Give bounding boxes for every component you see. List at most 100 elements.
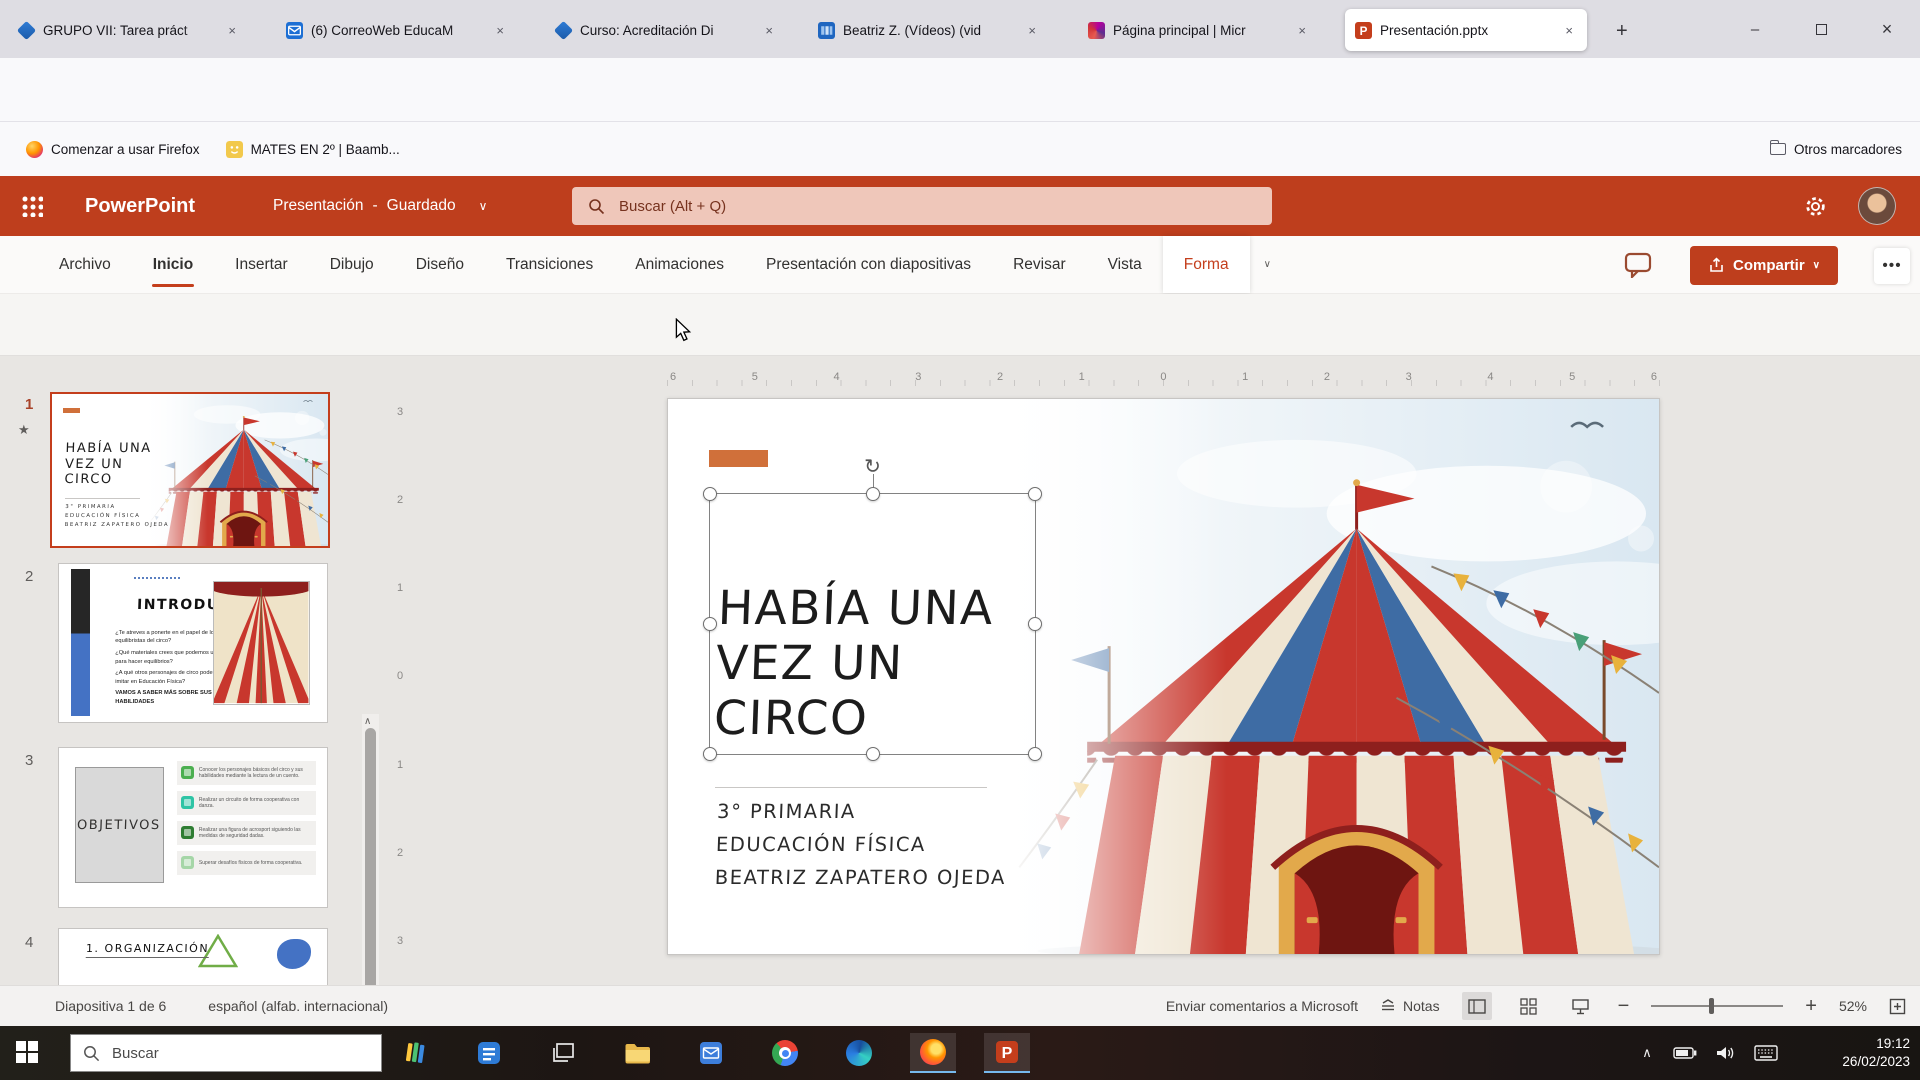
resize-handle-se[interactable]	[1028, 747, 1042, 761]
orange-rectangle-shape[interactable]	[709, 450, 768, 467]
ribbon-tab-forma-contextual[interactable]: Forma	[1163, 236, 1250, 293]
ribbon-tab-vista[interactable]: Vista	[1087, 236, 1163, 293]
tab-close-icon[interactable]: ×	[1561, 21, 1577, 40]
normal-view-icon	[1468, 999, 1486, 1014]
user-avatar[interactable]	[1858, 187, 1896, 225]
screen: GRUPO VII: Tarea práct × (6) CorreoWeb E…	[0, 0, 1920, 1080]
tab-close-icon[interactable]: ×	[1024, 21, 1040, 40]
ribbon-tab-inicio[interactable]: Inicio	[132, 236, 214, 293]
edge-icon	[846, 1040, 872, 1066]
browser-tab-1[interactable]: GRUPO VII: Tarea práct ×	[8, 9, 250, 51]
ribbon-more-button[interactable]: •••	[1874, 248, 1910, 284]
new-tab-button[interactable]: +	[1612, 18, 1632, 45]
start-button[interactable]	[16, 1041, 40, 1065]
resize-handle-sw[interactable]	[703, 747, 717, 761]
scroll-up-icon[interactable]: ∧	[364, 716, 371, 727]
thumb1-title: HABÍA UNAVEZ UNCIRCO	[64, 441, 152, 488]
zoom-slider[interactable]	[1651, 1005, 1783, 1007]
ribbon-tab-archivo[interactable]: Archivo	[38, 236, 132, 293]
thumb3-title-box: OBJETIVOS	[75, 767, 163, 883]
touch-keyboard-icon[interactable]	[1748, 1026, 1784, 1080]
scrollbar-thumb[interactable]	[365, 728, 376, 985]
bookmark-firefox[interactable]: Comenzar a usar Firefox	[26, 141, 200, 158]
resize-handle-w[interactable]	[703, 617, 717, 631]
animation-star-icon[interactable]: ★	[18, 422, 30, 438]
taskbar-search-box[interactable]: Buscar	[70, 1034, 382, 1072]
document-title[interactable]: Presentación - Guardado ∨	[273, 197, 487, 215]
ribbon-tab-presentacion[interactable]: Presentación con diapositivas	[745, 236, 992, 293]
taskbar-app-pencils[interactable]	[392, 1033, 438, 1073]
thumbnails-scrollbar[interactable]: ∧ ∨	[362, 714, 379, 985]
powerpoint-icon: P	[994, 1039, 1020, 1065]
taskbar-clock[interactable]: 19:12 26/02/2023	[1842, 1035, 1910, 1071]
taskbar-app-blue[interactable]	[466, 1033, 512, 1073]
slide-subtitle-text[interactable]: 3° PRIMARIAEDUCACIÓN FÍSICABEATRIZ ZAPAT…	[714, 795, 1009, 894]
zoom-percentage[interactable]: 52%	[1839, 998, 1867, 1014]
bookmark-mates[interactable]: MATES EN 2º | Baamb...	[226, 141, 400, 158]
browser-tab-5[interactable]: Página principal | Micr ×	[1078, 9, 1320, 51]
resize-handle-nw[interactable]	[703, 487, 717, 501]
rotation-handle-icon[interactable]: ↻	[864, 454, 881, 479]
zoom-slider-thumb[interactable]	[1709, 998, 1714, 1014]
chevron-down-icon[interactable]: ∨	[479, 200, 488, 212]
more-tabs-chevron-icon[interactable]: ∨	[1264, 260, 1271, 270]
volume-icon[interactable]	[1708, 1026, 1742, 1080]
ribbon-tab-dibujo[interactable]: Dibujo	[309, 236, 395, 293]
other-bookmarks[interactable]: Otros marcadores	[1770, 142, 1902, 157]
search-icon	[83, 1045, 100, 1062]
tray-expand-chevron-icon[interactable]: ∧	[1632, 1026, 1662, 1080]
mail-app-button[interactable]	[688, 1033, 734, 1073]
browser-tab-4[interactable]: Beatriz Z. (Vídeos) (vid ×	[808, 9, 1050, 51]
search-box[interactable]: Buscar (Alt + Q)	[572, 187, 1272, 225]
slide-thumbnail-3[interactable]: OBJETIVOS Conocer los personajes básicos…	[58, 747, 328, 908]
file-explorer-button[interactable]	[614, 1033, 660, 1073]
slide-sorter-view-button[interactable]	[1514, 992, 1544, 1020]
selection-box[interactable]: ↻	[709, 493, 1036, 755]
browser-tab-active-presentation[interactable]: P Presentación.pptx ×	[1345, 9, 1587, 51]
chrome-button[interactable]	[762, 1033, 808, 1073]
ribbon-tab-transiciones[interactable]: Transiciones	[485, 236, 614, 293]
sharepoint-favicon	[554, 20, 573, 39]
ribbon-tab-diseno[interactable]: Diseño	[395, 236, 485, 293]
app-launcher-waffle-icon[interactable]	[21, 195, 43, 217]
window-maximize-button[interactable]	[1806, 16, 1836, 42]
ribbon-tab-revisar[interactable]: Revisar	[992, 236, 1087, 293]
task-view-button[interactable]	[540, 1033, 586, 1073]
powerpoint-button[interactable]: P	[984, 1033, 1030, 1073]
window-close-button[interactable]: ×	[1872, 16, 1902, 42]
slide-counter: Diapositiva 1 de 6	[55, 998, 166, 1014]
fit-to-window-icon[interactable]	[1889, 998, 1906, 1015]
resize-handle-e[interactable]	[1028, 617, 1042, 631]
share-button[interactable]: Compartir ∨	[1690, 246, 1838, 285]
tab-close-icon[interactable]: ×	[761, 21, 777, 40]
slideshow-view-button[interactable]	[1566, 992, 1596, 1020]
tab-close-icon[interactable]: ×	[492, 21, 508, 40]
settings-gear-icon[interactable]	[1804, 195, 1827, 218]
slide-canvas[interactable]: HABÍA UNAVEZ UNCIRCO 3° PRIMARIAEDUCACIÓ…	[667, 398, 1660, 955]
zoom-out-button[interactable]: −	[1618, 995, 1630, 1018]
language-indicator[interactable]: español (alfab. internacional)	[208, 998, 388, 1014]
resize-handle-s[interactable]	[866, 747, 880, 761]
slide-thumbnail-4[interactable]: 1. ORGANIZACIÓN	[58, 928, 328, 985]
window-minimize-button[interactable]: –	[1740, 16, 1770, 42]
tab-close-icon[interactable]: ×	[224, 21, 240, 40]
feedback-link[interactable]: Enviar comentarios a Microsoft	[1166, 998, 1358, 1014]
blue-app-icon	[476, 1040, 502, 1066]
comments-icon[interactable]	[1624, 252, 1652, 278]
tab-close-icon[interactable]: ×	[1294, 21, 1310, 40]
browser-tab-2[interactable]: (6) CorreoWeb EducaM ×	[276, 9, 518, 51]
slide-thumbnail-2[interactable]: INTRODUCCIÓN ¿Te atreves a ponerte en el…	[58, 563, 328, 723]
normal-view-button[interactable]	[1462, 992, 1492, 1020]
battery-icon[interactable]	[1668, 1026, 1702, 1080]
edge-button[interactable]	[836, 1033, 882, 1073]
ribbon-tab-insertar[interactable]: Insertar	[214, 236, 309, 293]
resize-handle-n[interactable]	[866, 487, 880, 501]
chrome-icon	[772, 1040, 798, 1066]
resize-handle-ne[interactable]	[1028, 487, 1042, 501]
firefox-button[interactable]	[910, 1033, 956, 1073]
slide-thumbnail-1[interactable]: HABÍA UNAVEZ UNCIRCO 3° PRIMARIAEDUCACIÓ…	[50, 392, 330, 548]
notes-button[interactable]: Notas	[1380, 998, 1440, 1014]
browser-tab-3[interactable]: Curso: Acreditación Di ×	[545, 9, 787, 51]
zoom-in-button[interactable]: +	[1805, 995, 1817, 1018]
ribbon-tab-animaciones[interactable]: Animaciones	[614, 236, 745, 293]
